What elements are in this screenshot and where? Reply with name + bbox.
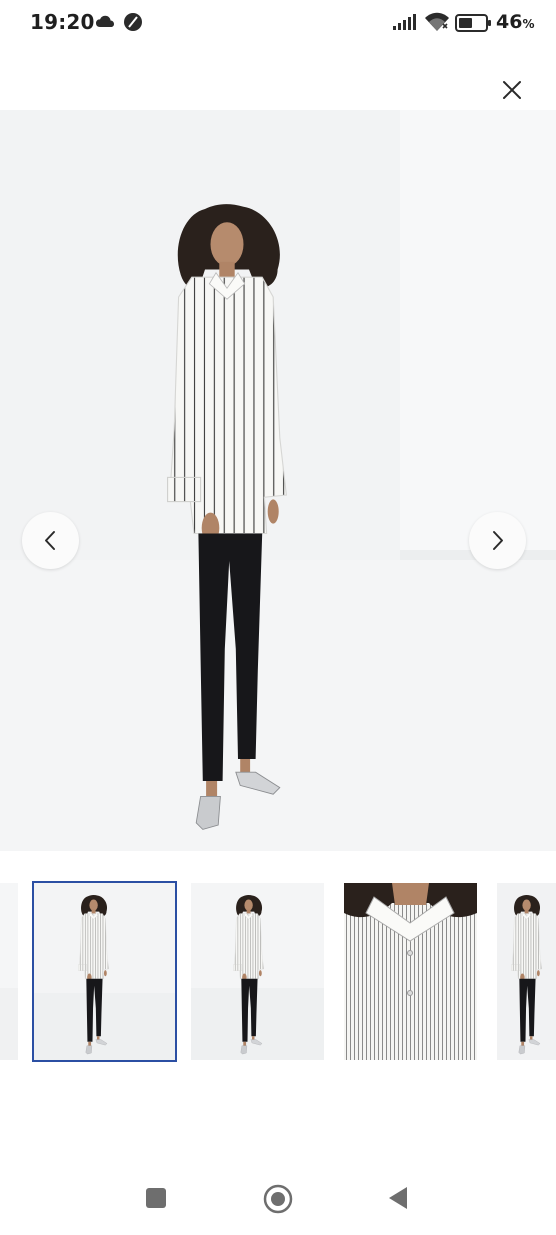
recents-square-icon[interactable] xyxy=(145,1187,167,1214)
home-circle-icon[interactable] xyxy=(263,1184,293,1219)
thumbnail-0[interactable] xyxy=(0,883,18,1060)
thumbnail-strip xyxy=(0,880,556,1062)
wifi-icon xyxy=(424,12,450,37)
chevron-right-icon xyxy=(493,531,503,550)
product-main-image[interactable] xyxy=(0,110,556,851)
close-button[interactable] xyxy=(497,75,527,105)
system-navigation-bar xyxy=(0,1165,556,1235)
signal-icon xyxy=(392,13,418,36)
thumbnail-1[interactable] xyxy=(32,881,177,1062)
cloud-icon xyxy=(95,14,115,33)
battery-percentage: 46% xyxy=(496,11,535,33)
status-bar: 19:20 46% xyxy=(0,0,556,44)
do-not-disturb-icon xyxy=(123,12,143,37)
close-icon xyxy=(503,81,521,99)
previous-image-button[interactable] xyxy=(22,512,79,569)
back-triangle-icon[interactable] xyxy=(387,1186,409,1215)
next-image-button[interactable] xyxy=(469,512,526,569)
thumbnail-3[interactable] xyxy=(344,883,477,1060)
thumbnail-4[interactable] xyxy=(497,883,556,1060)
thumbnail-2[interactable] xyxy=(191,883,324,1060)
chevron-left-icon xyxy=(45,531,55,550)
battery-icon xyxy=(455,13,493,38)
status-time: 19:20 xyxy=(30,10,95,34)
